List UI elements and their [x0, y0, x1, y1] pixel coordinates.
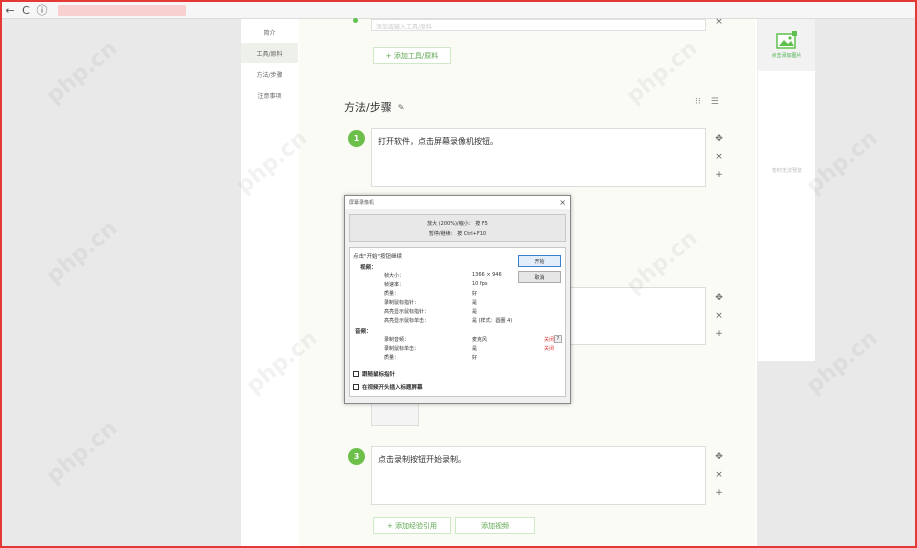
close-icon[interactable]: ×: [715, 470, 723, 480]
settings-panel: 点击"开始"按钮继续 开始 取消 视频： 帧大小： 1366 × 946 帧速率：…: [349, 247, 566, 397]
audio-group-title: 音频：: [355, 329, 372, 335]
help-icon[interactable]: ?: [554, 335, 562, 343]
add-icon[interactable]: +: [715, 170, 723, 180]
browser-toolbar: ← C ⓘ: [2, 2, 915, 19]
watermark: php.cn: [41, 35, 123, 110]
nav-item-steps[interactable]: 方法/步骤: [241, 64, 298, 84]
view-toggle: ⁝⁝ ☰: [695, 97, 719, 107]
setting-key: 录制音频：: [384, 337, 410, 343]
tool-input-placeholder: 添加或输入工具/原料: [376, 24, 433, 31]
setting-value: 是 (样式：圆圈 4): [472, 318, 513, 324]
hotkey-pause: 暂停/继续： 按 Ctrl+F10: [428, 230, 487, 237]
nav-item-intro[interactable]: 简介: [241, 22, 298, 42]
list-view-icon[interactable]: ☰: [711, 97, 719, 107]
step-1-box[interactable]: 打开软件，点击屏幕录像机按钮。: [371, 128, 706, 187]
checkbox-label: 在视频开头插入标题屏幕: [362, 385, 423, 391]
hotkey-panel: 放大 (200%)/缩小： 按 F5 暂停/继续： 按 Ctrl+F10: [349, 214, 566, 242]
setting-value: 是: [472, 346, 478, 352]
close-icon[interactable]: ×: [715, 152, 723, 162]
upload-image-area[interactable]: 点击添加图片: [758, 19, 815, 71]
add-tool-button[interactable]: + 添加工具/原料: [373, 47, 451, 64]
setting-value: 好: [472, 291, 478, 297]
setting-row: 质量： 好: [384, 354, 569, 361]
setting-row: 帧速率： 10 fps: [384, 281, 569, 288]
watermark: php.cn: [41, 415, 123, 490]
info-icon[interactable]: ⓘ: [34, 2, 50, 18]
add-video-button[interactable]: 添加视频: [455, 517, 535, 534]
add-reference-button[interactable]: + 添加经验引用: [373, 517, 451, 534]
start-button[interactable]: 开始: [518, 255, 561, 267]
preview-note: 暂时无法预览: [771, 168, 802, 174]
checkbox-icon[interactable]: [353, 371, 359, 377]
setting-row: 帧大小： 1366 × 946: [384, 272, 569, 279]
screen-recorder-dialog: 屏幕录像机 × 放大 (200%)/缩小： 按 F5 暂停/继续： 按 Ctrl…: [344, 195, 571, 404]
video-group-title: 视频：: [360, 265, 377, 271]
grid-view-icon[interactable]: ⁝⁝: [695, 97, 701, 107]
setting-value: 麦克风: [472, 337, 488, 343]
tool-controls: ×: [713, 17, 725, 27]
setting-value: 好: [472, 355, 478, 361]
add-icon[interactable]: +: [715, 329, 723, 339]
step-number-1: 1: [348, 130, 365, 147]
hotkey-zoom: 放大 (200%)/缩小： 按 F5: [427, 220, 488, 227]
nav-item-notes[interactable]: 注意事项: [241, 85, 298, 105]
step-2-controls: ✥ × +: [713, 293, 725, 339]
back-icon[interactable]: ←: [2, 2, 18, 18]
setting-key: 录制鼠标单击：: [384, 346, 420, 352]
step-2-thumbnail[interactable]: [371, 401, 419, 426]
step-3-box[interactable]: 点击录制按钮开始录制。: [371, 446, 706, 505]
title-screen-checkbox[interactable]: 在视频开头插入标题屏幕: [353, 383, 423, 391]
right-panel: 点击添加图片 暂时无法预览: [757, 19, 815, 361]
section-title: 方法/步骤: [344, 101, 392, 114]
dialog-prompt: 点击"开始"按钮继续: [353, 254, 403, 260]
setting-key: 高亮显示鼠标指针：: [384, 309, 430, 315]
address-bar[interactable]: [58, 4, 186, 16]
setting-key: 质量：: [384, 291, 400, 297]
setting-row: 高亮显示鼠标单击： 是 (样式：圆圈 4): [384, 317, 569, 324]
setting-row: 录制鼠标单击： 是 关闭: [384, 345, 569, 352]
step-number-3: 3: [348, 448, 365, 465]
setting-row: 质量： 好: [384, 290, 569, 297]
close-icon[interactable]: ×: [715, 17, 723, 27]
follow-cursor-checkbox[interactable]: 跟随鼠标指针: [353, 370, 395, 378]
setting-row: 录制鼠标指针： 是: [384, 299, 569, 306]
setting-key: 质量：: [384, 355, 400, 361]
step-3-controls: ✥ × +: [713, 452, 725, 498]
tool-input[interactable]: 添加或输入工具/原料: [371, 19, 706, 31]
reload-icon[interactable]: C: [18, 2, 34, 18]
left-nav: 简介 工具/原料 方法/步骤 注意事项: [241, 22, 298, 106]
checkbox-label: 跟随鼠标指针: [362, 372, 396, 378]
setting-value: 是: [472, 300, 478, 306]
section-heading: 方法/步骤 ✎: [344, 99, 404, 115]
toggle-link[interactable]: 关闭: [544, 336, 554, 343]
image-upload-icon: [775, 31, 797, 49]
nav-item-tools[interactable]: 工具/原料: [241, 43, 298, 63]
step-1-controls: ✥ × +: [713, 134, 725, 180]
close-icon[interactable]: ×: [715, 311, 723, 321]
checkbox-icon[interactable]: [353, 384, 359, 390]
close-icon[interactable]: ×: [559, 198, 566, 207]
step-1-text[interactable]: 打开软件，点击屏幕录像机按钮。: [372, 129, 705, 154]
bullet-icon: [353, 18, 358, 23]
move-icon[interactable]: ✥: [715, 134, 723, 144]
setting-value: 是: [472, 309, 478, 315]
setting-row: 录制音频： 麦克风 关闭: [384, 336, 569, 343]
watermark: php.cn: [41, 215, 123, 290]
setting-key: 帧速率：: [384, 282, 405, 288]
setting-key: 帧大小：: [384, 273, 405, 279]
setting-row: 高亮显示鼠标指针： 是: [384, 308, 569, 315]
setting-value: 10 fps: [472, 281, 488, 287]
pencil-icon[interactable]: ✎: [398, 103, 405, 112]
setting-key: 录制鼠标指针：: [384, 300, 420, 306]
toggle-link[interactable]: 关闭: [544, 345, 554, 352]
upload-label: 点击添加图片: [771, 53, 802, 59]
dialog-titlebar[interactable]: 屏幕录像机 ×: [345, 196, 570, 209]
dialog-title: 屏幕录像机: [349, 200, 375, 206]
step-3-text[interactable]: 点击录制按钮开始录制。: [372, 447, 705, 472]
setting-key: 高亮显示鼠标单击：: [384, 318, 430, 324]
move-icon[interactable]: ✥: [715, 452, 723, 462]
add-icon[interactable]: +: [715, 488, 723, 498]
setting-value: 1366 × 946: [472, 272, 502, 278]
move-icon[interactable]: ✥: [715, 293, 723, 303]
